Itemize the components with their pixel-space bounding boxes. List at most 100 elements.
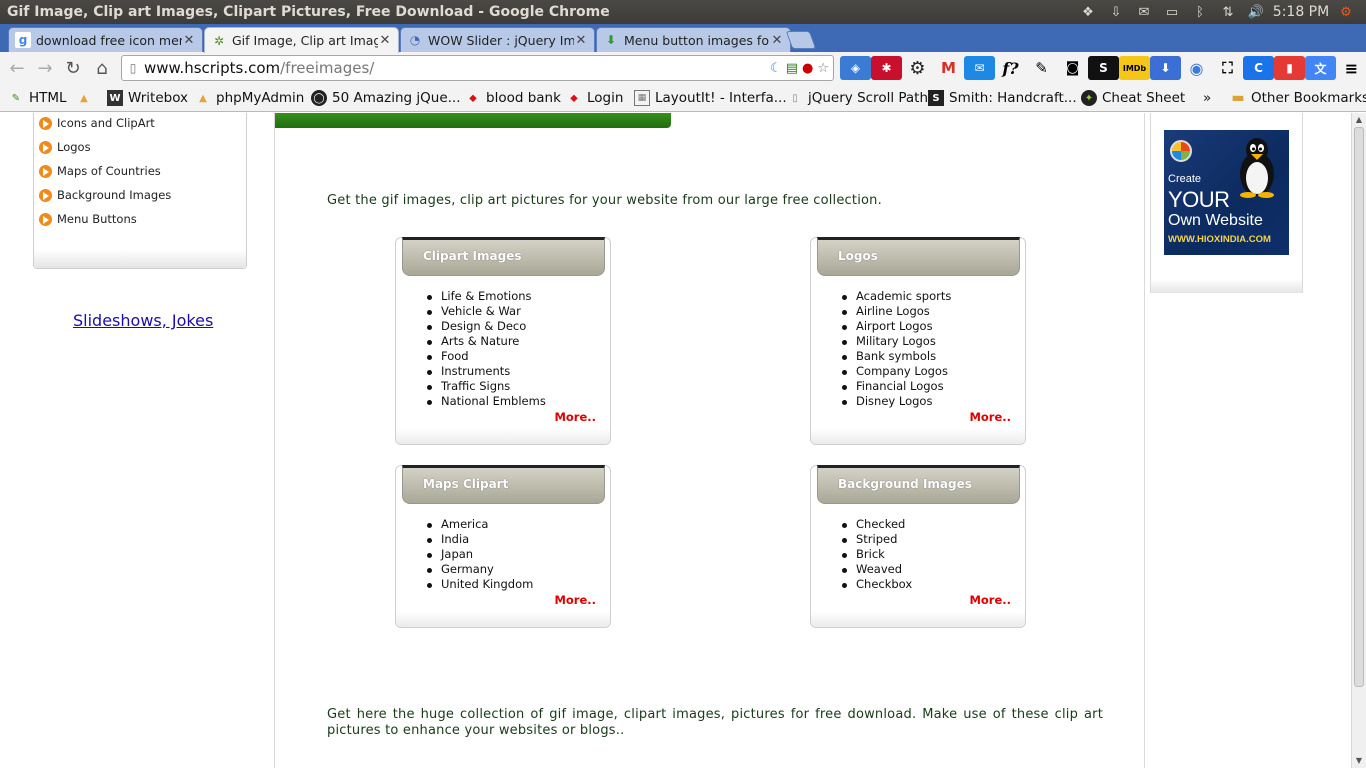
chrome-icon[interactable]: ◉	[1181, 56, 1212, 80]
tab-download-free-icon[interactable]: g download free icon menu ✕	[8, 27, 203, 52]
menu-icon[interactable]: ≡	[1336, 56, 1366, 80]
close-icon[interactable]: ✕	[378, 33, 392, 48]
close-icon[interactable]: ✕	[770, 33, 784, 48]
list-item[interactable]: Arts & Nature	[427, 334, 546, 349]
bookmark-html[interactable]: ✎ HTML	[8, 86, 67, 110]
tab-menu-button-images[interactable]: ⬇ Menu button images for c ✕	[596, 27, 791, 52]
more-link[interactable]: More..	[969, 410, 1011, 424]
bookmark-login[interactable]: ⬥ Login	[566, 86, 624, 110]
more-link[interactable]: More..	[554, 410, 596, 424]
list-item[interactable]: Vehicle & War	[427, 304, 546, 319]
scroll-down-icon[interactable]: ▼	[1352, 754, 1366, 768]
box-header[interactable]: Logos	[817, 237, 1020, 276]
forward-icon[interactable]: →	[31, 54, 59, 82]
list-item[interactable]: Weaved	[841, 562, 912, 577]
tab-gif-image[interactable]: ✲ Gif Image, Clip art Images, ✕	[204, 27, 399, 53]
tab-wow-slider[interactable]: ◔ WOW Slider : jQuery Imag ✕	[400, 27, 595, 52]
network-icon[interactable]: ⇅	[1214, 5, 1242, 20]
new-tab-button[interactable]	[785, 31, 817, 49]
nav-background-images[interactable]: Background Images	[39, 187, 171, 203]
list-item[interactable]: United Kingdom	[426, 577, 533, 592]
bluetooth-icon[interactable]: ᛒ	[1186, 5, 1214, 20]
screenshot-icon[interactable]: ⛶	[1212, 56, 1243, 80]
page-action-icon[interactable]: ☾	[770, 61, 782, 76]
box-header[interactable]: Clipart Images	[402, 237, 605, 276]
list-item[interactable]: Germany	[426, 562, 533, 577]
close-icon[interactable]: ✕	[574, 33, 588, 48]
list-item[interactable]: Life & Emotions	[427, 289, 546, 304]
clock[interactable]: 5:18 PM	[1270, 4, 1332, 20]
vertical-scrollbar[interactable]: ▲ ▼	[1351, 113, 1366, 768]
list-item[interactable]: Airport Logos	[841, 319, 951, 334]
camera-icon[interactable]: ◙	[1057, 56, 1088, 80]
gmail-icon[interactable]: M	[933, 56, 964, 80]
back-icon[interactable]: ←	[3, 54, 31, 82]
close-icon[interactable]: ✕	[182, 33, 196, 48]
bookmark-phpmyadmin[interactable]: ▲ phpMyAdmin	[195, 86, 304, 110]
bookmark-layoutit[interactable]: ▦ LayoutIt! - Interfa...	[634, 86, 787, 110]
home-icon[interactable]: ⌂	[88, 54, 116, 82]
bookmark-blood-bank[interactable]: ⬥ blood bank	[465, 86, 561, 110]
battery-icon[interactable]: ▭	[1158, 5, 1186, 20]
nav-maps-of-countries[interactable]: Maps of Countries	[39, 163, 161, 179]
power-icon[interactable]: ⚙	[1332, 5, 1360, 20]
bookmark-pma[interactable]: ▲	[76, 86, 97, 110]
download-icon[interactable]: ⬇	[1150, 56, 1181, 80]
list-item[interactable]: Instruments	[427, 364, 546, 379]
bookmark-smith-handcraft[interactable]: S Smith: Handcraft...	[928, 86, 1077, 110]
translate-icon[interactable]: 文	[1305, 56, 1336, 80]
list-item[interactable]: Military Logos	[841, 334, 951, 349]
slideshows-jokes-link[interactable]: Slideshows, Jokes	[73, 311, 213, 330]
list-item[interactable]: Disney Logos	[841, 394, 951, 409]
list-item[interactable]: Brick	[841, 547, 912, 562]
eyedropper-icon[interactable]: ✎	[1026, 56, 1057, 80]
list-item[interactable]: Airline Logos	[841, 304, 951, 319]
list-item[interactable]: Company Logos	[841, 364, 951, 379]
scrollbar-thumb[interactable]	[1354, 127, 1364, 687]
list-item[interactable]: Financial Logos	[841, 379, 951, 394]
list-item[interactable]: Striped	[841, 532, 912, 547]
bookmark-jquery-scroll-path[interactable]: ▯ jQuery Scroll Path	[787, 86, 928, 110]
update-icon[interactable]: ⇩	[1102, 5, 1130, 20]
box-header[interactable]: Maps Clipart	[402, 465, 605, 504]
more-link[interactable]: More..	[554, 593, 596, 607]
gear-icon[interactable]: ⚙	[902, 56, 933, 80]
bookmark-other-bookmarks[interactable]: ▬ Other Bookmarks	[1230, 86, 1366, 110]
more-link[interactable]: More..	[969, 593, 1011, 607]
list-item[interactable]: Japan	[426, 547, 533, 562]
bookmark-star-icon[interactable]: ☆	[817, 61, 829, 76]
list-item[interactable]: Food	[427, 349, 546, 364]
bookmark-writebox[interactable]: W Writebox	[107, 86, 188, 110]
bookmark-icon[interactable]: ▮	[1274, 56, 1305, 80]
list-item[interactable]: Checkbox	[841, 577, 912, 592]
list-item[interactable]: Academic sports	[841, 289, 951, 304]
extension-icon[interactable]: ✱	[871, 56, 902, 80]
mail-checker-icon[interactable]: ✉	[964, 56, 995, 80]
dropbox-icon[interactable]: ❖	[1074, 5, 1102, 20]
rss-icon[interactable]: ▤	[786, 61, 798, 76]
font-icon[interactable]: f?	[995, 56, 1026, 80]
extension-icon[interactable]: C	[1243, 56, 1274, 80]
scroll-up-icon[interactable]: ▲	[1352, 113, 1366, 127]
list-item[interactable]: Checked	[841, 517, 912, 532]
box-header[interactable]: Background Images	[817, 465, 1020, 504]
adblock-icon[interactable]: ●	[802, 61, 813, 76]
list-item[interactable]: Traffic Signs	[427, 379, 546, 394]
extension-icon[interactable]: S	[1088, 56, 1119, 80]
bookmark-50-amazing[interactable]: ◯ 50 Amazing jQue...	[311, 86, 461, 110]
extension-icon[interactable]: ◈	[840, 56, 871, 80]
list-item[interactable]: Bank symbols	[841, 349, 951, 364]
list-item[interactable]: America	[426, 517, 533, 532]
list-item[interactable]: Design & Deco	[427, 319, 546, 334]
nav-icons-and-clipart[interactable]: Icons and ClipArt	[39, 115, 155, 131]
mail-icon[interactable]: ✉	[1130, 5, 1158, 20]
hioxindia-ad-banner[interactable]: Create YOUR Own Website WWW.HIOXINDIA.CO…	[1164, 130, 1289, 255]
volume-icon[interactable]: 🔊	[1242, 5, 1270, 20]
list-item[interactable]: National Emblems	[427, 394, 546, 409]
reload-icon[interactable]: ↻	[59, 54, 87, 82]
nav-menu-buttons[interactable]: Menu Buttons	[39, 211, 137, 227]
imdb-icon[interactable]: IMDb	[1119, 56, 1150, 80]
bookmarks-overflow-chevron[interactable]: »	[1203, 86, 1211, 110]
address-bar[interactable]: ▯ www.hscripts.com /freeimages/ ☾ ▤ ● ☆	[121, 55, 834, 81]
list-item[interactable]: India	[426, 532, 533, 547]
